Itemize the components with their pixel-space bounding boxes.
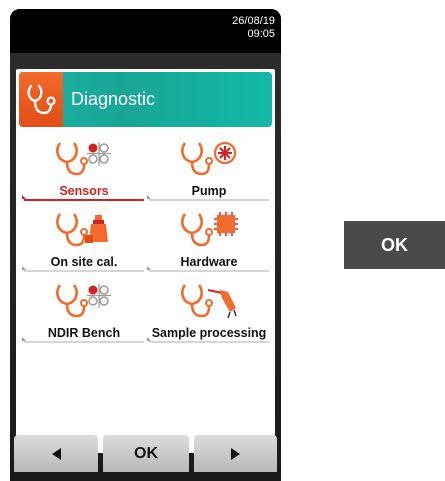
- status-time: 09:05: [247, 28, 275, 40]
- page-header: Diagnostic: [19, 72, 272, 127]
- menu-item-label: NDIR Bench: [47, 326, 121, 340]
- menu-item-pump[interactable]: Pump: [147, 135, 271, 202]
- menu-item-underline: [147, 195, 269, 201]
- menu-item-label: Pump: [191, 184, 227, 198]
- sensors-icon: [55, 140, 115, 178]
- status-date: 26/08/19: [232, 15, 275, 27]
- menu-item-underline: [22, 195, 144, 201]
- probe-icon: [180, 282, 240, 320]
- ndir-icon: [55, 282, 115, 320]
- menu-item-hardware[interactable]: Hardware: [147, 206, 271, 273]
- pump-icon: [180, 140, 240, 178]
- stethoscope-icon: [19, 72, 63, 127]
- menu-item-label: Sample processing: [151, 326, 267, 340]
- softkey-ok[interactable]: OK: [103, 435, 189, 472]
- screen: Diagnostic Sensors Pump On site cal. Har…: [16, 69, 275, 453]
- menu-item-label: Hardware: [180, 255, 238, 269]
- menu-item-underline: [22, 266, 144, 272]
- menu-item-underline: [147, 337, 269, 343]
- ok-button[interactable]: OK: [344, 221, 445, 269]
- arrow-left-icon: [51, 447, 61, 460]
- status-bar: 26/08/19 09:05: [10, 9, 281, 53]
- arrow-right-icon: [231, 447, 240, 460]
- menu-item-ndir-bench[interactable]: NDIR Bench: [22, 277, 146, 344]
- menu-item-on-site-cal[interactable]: On site cal.: [22, 206, 146, 273]
- softkey-right[interactable]: [194, 435, 277, 472]
- menu-item-sensors[interactable]: Sensors: [22, 135, 146, 202]
- device: 26/08/19 09:05 Diagnostic Sensors Pump O…: [10, 9, 281, 481]
- menu-item-underline: [22, 337, 144, 343]
- menu-item-label: Sensors: [59, 184, 109, 198]
- device-bezel: Diagnostic Sensors Pump On site cal. Har…: [10, 53, 281, 481]
- menu-item-sample-processing[interactable]: Sample processing: [147, 277, 271, 344]
- page-title: Diagnostic: [71, 89, 156, 109]
- calibration-icon: [55, 211, 115, 249]
- chip-icon: [180, 211, 240, 249]
- softkey-left[interactable]: [14, 435, 98, 472]
- menu-item-label: On site cal.: [50, 255, 118, 269]
- menu-item-underline: [147, 266, 269, 272]
